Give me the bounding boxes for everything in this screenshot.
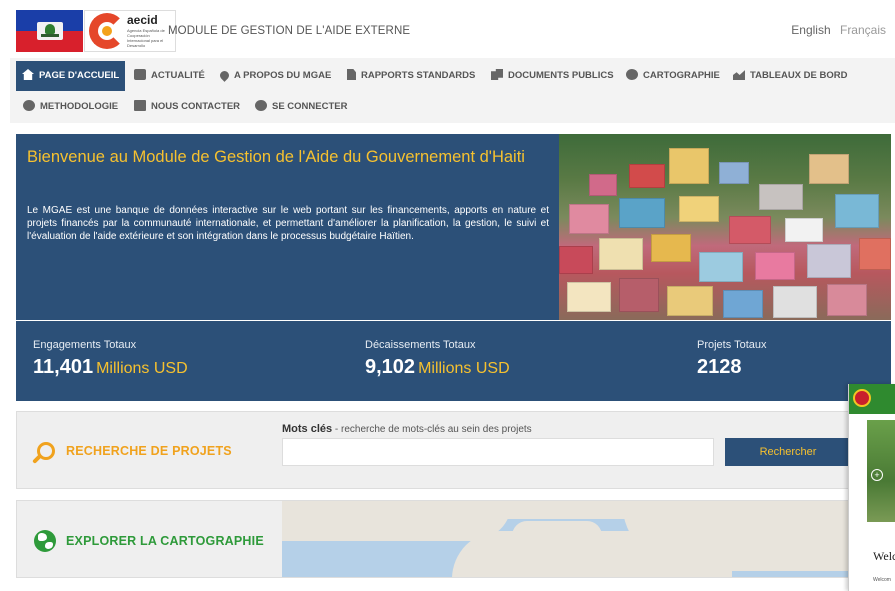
- nav-item-actualite[interactable]: ACTUALITÉ: [134, 61, 205, 91]
- stat-unit: Millions USD: [418, 360, 510, 377]
- nav-item-methodologie[interactable]: METHODOLOGIE: [23, 92, 118, 122]
- document-icon: [347, 69, 356, 80]
- aecid-logo[interactable]: aecid Agencia Española de Cooperación In…: [84, 10, 176, 52]
- coat-of-arms-icon: [37, 22, 63, 40]
- nav-item-documents[interactable]: DOCUMENTS PUBLICS: [491, 61, 614, 91]
- keywords-search-input[interactable]: [282, 438, 714, 466]
- zoom-plus-icon[interactable]: +: [871, 469, 883, 481]
- main-nav: PAGE D'ACCUEIL ACTUALITÉ A PROPOS DU MGA…: [10, 58, 895, 123]
- nav-item-connecter[interactable]: SE CONNECTER: [255, 92, 347, 122]
- app-title: MODULE DE GESTION DE L'AIDE EXTERNE: [168, 25, 411, 37]
- stat-value-row: 11,401 Millions USD: [33, 356, 188, 379]
- keywords-label: Mots clés - recherche de mots-clés au se…: [282, 423, 532, 435]
- stat-projets: Projets Totaux 2128: [697, 339, 767, 379]
- documents-icon: [491, 69, 503, 80]
- search-button[interactable]: Rechercher: [725, 438, 851, 466]
- nav-label: TABLEAUX DE BORD: [750, 70, 848, 81]
- nav-label: RAPPORTS STANDARDS: [361, 70, 476, 81]
- stat-engagements: Engagements Totaux 11,401 Millions USD: [33, 339, 188, 379]
- stat-label: Engagements Totaux: [33, 339, 137, 351]
- stat-value-row: 9,102 Millions USD: [365, 356, 510, 379]
- nav-label: CARTOGRAPHIE: [643, 70, 720, 81]
- hero-description: Le MGAE est une banque de données intera…: [27, 205, 549, 242]
- power-icon: [255, 100, 267, 111]
- search-section-title: RECHERCHE DE PROJETS: [66, 444, 232, 458]
- popup-text: Welcom: [873, 577, 891, 583]
- aecid-logo-subtext: Agencia Española de Cooperación Internac…: [127, 28, 165, 48]
- map-explore-panel[interactable]: EXPLORER LA CARTOGRAPHIE: [16, 500, 852, 578]
- lang-french-link[interactable]: Français: [840, 23, 886, 37]
- nav-label: DOCUMENTS PUBLICS: [508, 70, 614, 81]
- nav-item-accueil[interactable]: PAGE D'ACCUEIL: [16, 61, 126, 91]
- stat-value: 2128: [697, 356, 742, 378]
- stat-value: 9,102: [365, 356, 416, 378]
- project-search-panel: RECHERCHE DE PROJETS Mots clés - recherc…: [16, 411, 852, 489]
- search-icon: [32, 442, 55, 464]
- site-header: aecid Agencia Española de Cooperación In…: [16, 8, 895, 54]
- map-section-title[interactable]: EXPLORER LA CARTOGRAPHIE: [66, 534, 264, 548]
- home-icon: [22, 69, 34, 80]
- nav-label: NOUS CONTACTER: [151, 101, 241, 112]
- nav-label: METHODOLOGIE: [40, 101, 119, 112]
- popup-heading: Welc: [873, 549, 895, 563]
- search-icon-handle: [32, 454, 42, 464]
- keywords-hint: - recherche de mots-clés au sein des pro…: [332, 424, 532, 435]
- hillside-houses-photo: [559, 134, 891, 320]
- stat-label: Projets Totaux: [697, 339, 767, 351]
- side-popup-window[interactable]: + Welc Welcom: [848, 384, 895, 591]
- nav-label: ACTUALITÉ: [151, 70, 205, 81]
- nav-item-a-propos[interactable]: A PROPOS DU MGAE: [218, 61, 332, 91]
- nav-item-contact[interactable]: NOUS CONTACTER: [134, 92, 240, 122]
- haiti-flag-logo[interactable]: [16, 10, 83, 52]
- nav-item-rapports[interactable]: RAPPORTS STANDARDS: [347, 61, 475, 91]
- stat-value: 11,401: [33, 356, 94, 378]
- nav-item-tableaux[interactable]: TABLEAUX DE BORD: [733, 61, 847, 91]
- stat-value-row: 2128: [697, 356, 767, 379]
- nav-item-cartographie[interactable]: CARTOGRAPHIE: [626, 61, 720, 91]
- aecid-logo-word: aecid: [127, 13, 158, 27]
- lang-english-link[interactable]: English: [791, 23, 830, 37]
- map-pin-icon: [218, 69, 231, 82]
- globe-icon: [34, 530, 56, 552]
- globe-icon: [626, 69, 638, 80]
- contact-card-icon: [134, 100, 146, 111]
- news-icon: [134, 69, 146, 80]
- aecid-c-icon: [89, 13, 125, 49]
- hero-title: Bienvenue au Module de Gestion de l'Aide…: [27, 148, 525, 166]
- keywords-label-bold: Mots clés: [282, 423, 333, 435]
- nav-label: PAGE D'ACCUEIL: [39, 70, 120, 81]
- nav-label: SE CONNECTER: [272, 101, 348, 112]
- nav-label: A PROPOS DU MGAE: [234, 70, 332, 81]
- check-circle-icon: [23, 100, 35, 111]
- language-switcher: English Français: [791, 23, 886, 37]
- map-preview-image[interactable]: [282, 501, 851, 577]
- stat-decaissements: Décaissements Totaux 9,102 Millions USD: [365, 339, 510, 379]
- stat-label: Décaissements Totaux: [365, 339, 476, 351]
- hero-banner: Bienvenue au Module de Gestion de l'Aide…: [16, 134, 891, 320]
- stats-bar: Engagements Totaux 11,401 Millions USD Dé…: [16, 321, 891, 401]
- stat-unit: Millions USD: [96, 360, 188, 377]
- seal-icon: [853, 389, 871, 407]
- popup-header-bar: [849, 384, 895, 414]
- chart-icon: [733, 70, 745, 80]
